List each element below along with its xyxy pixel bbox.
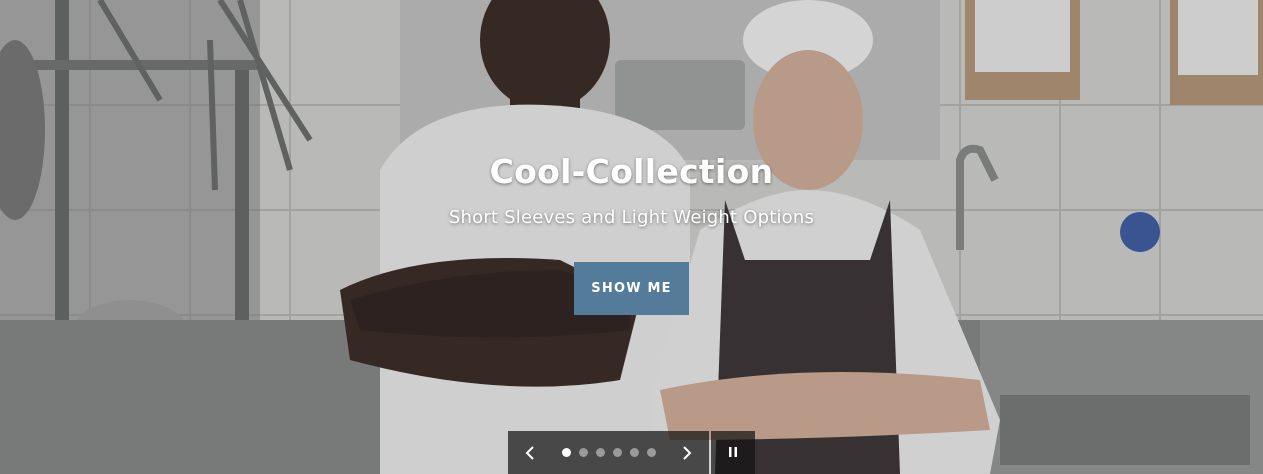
slide-dot-4[interactable] [612,448,622,457]
slide-caption: Cool-Collection Short Sleeves and Light … [0,152,1263,315]
slide-navigation [508,431,709,474]
slide-dot-5[interactable] [629,448,639,457]
pause-icon [728,443,738,462]
hero-slideshow: Cool-Collection Short Sleeves and Light … [0,0,1263,474]
slide-dot-6[interactable] [646,448,656,457]
slide-dot-2[interactable] [578,448,588,457]
slide-title: Cool-Collection [489,152,774,191]
chevron-right-icon[interactable] [677,443,697,463]
slideshow-controls [508,431,755,474]
slide-dot-1[interactable] [561,448,571,457]
pause-button[interactable] [711,431,755,474]
slide-dots [561,448,656,457]
show-me-button[interactable]: SHOW ME [574,262,689,315]
slide-subtitle: Short Sleeves and Light Weight Options [448,207,815,228]
slide-dot-3[interactable] [595,448,605,457]
chevron-left-icon[interactable] [520,443,540,463]
